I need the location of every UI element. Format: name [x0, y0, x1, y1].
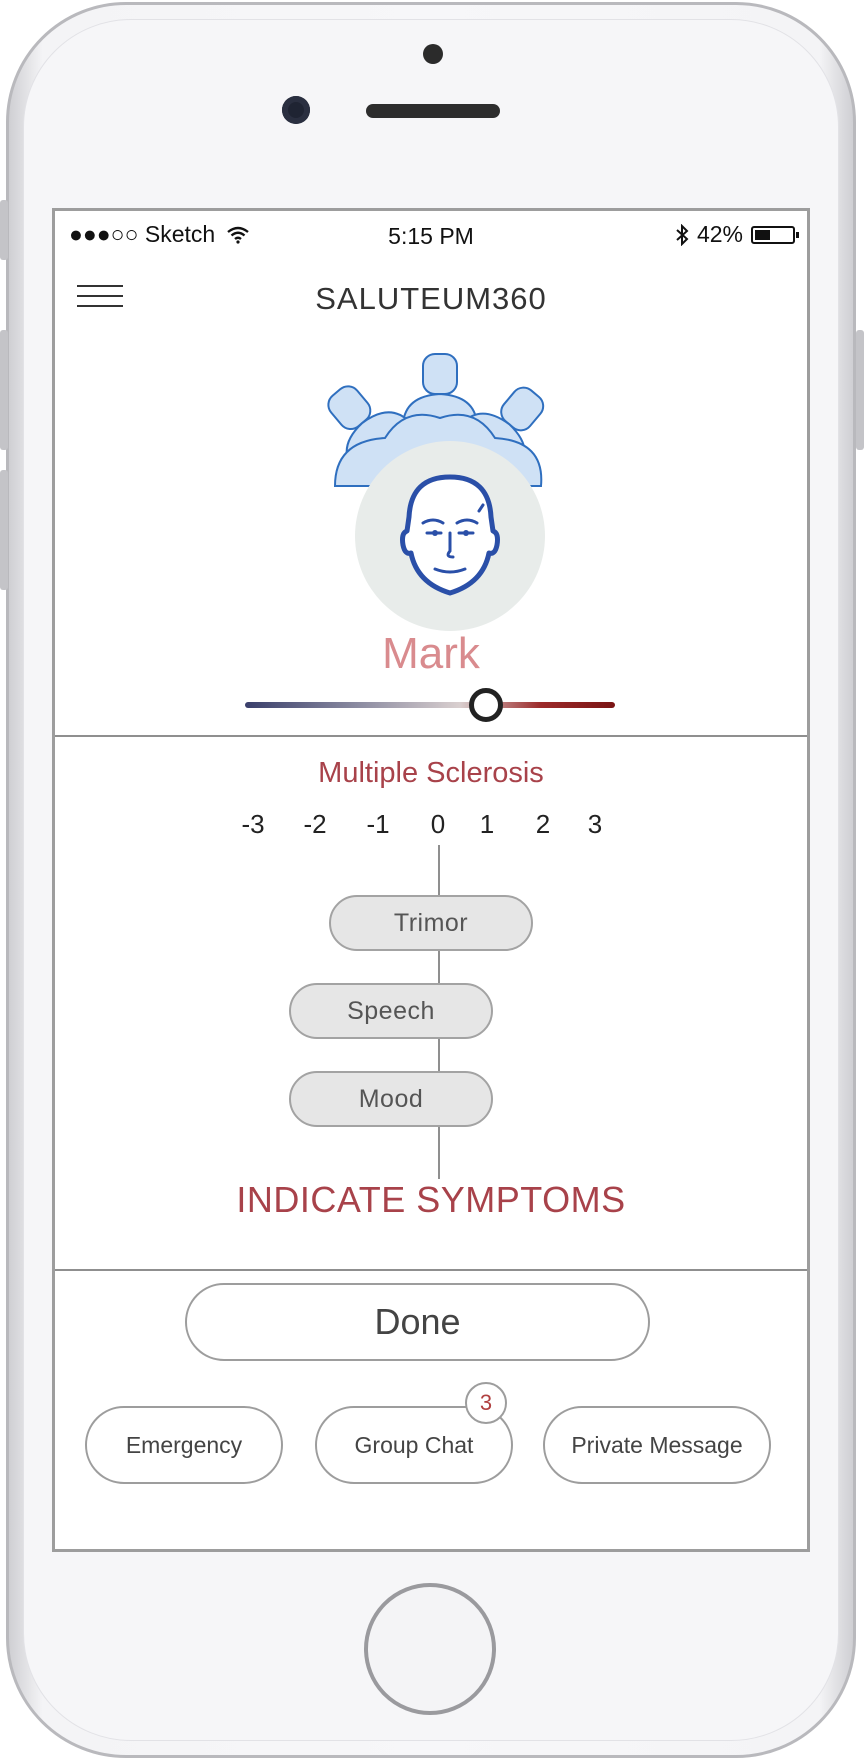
- mute-switch: [0, 200, 8, 260]
- scale-label: 3: [587, 809, 603, 839]
- mood-slider-track[interactable]: [245, 702, 615, 708]
- private-message-button[interactable]: Private Message: [543, 1406, 771, 1484]
- symptom-trimor-pill[interactable]: Trimor: [329, 895, 533, 951]
- front-camera-icon: [282, 96, 310, 124]
- emergency-button[interactable]: Emergency: [85, 1406, 283, 1484]
- bluetooth-icon: [676, 223, 689, 246]
- section-divider-top: [55, 735, 807, 737]
- battery-percent: 42%: [696, 221, 743, 247]
- power-button: [856, 330, 864, 450]
- proximity-sensor: [423, 44, 443, 64]
- scale-label: 2: [535, 809, 551, 839]
- section-divider-bottom: [55, 1269, 807, 1271]
- app-title: SALUTEUM360: [315, 281, 547, 316]
- condition-title: Multiple Sclerosis: [318, 757, 544, 789]
- scale-label: 1: [479, 809, 495, 839]
- home-button[interactable]: [364, 1583, 496, 1715]
- status-right-group: 42%: [675, 221, 799, 248]
- patient-face-icon: [400, 474, 500, 596]
- status-bar: ●●●○○ Sketch 5:15 PM 42%: [55, 211, 807, 257]
- symptom-mood-pill[interactable]: Mood: [289, 1071, 493, 1127]
- patient-avatar-group: [295, 346, 575, 631]
- earpiece-speaker: [366, 104, 500, 118]
- symptom-speech-pill[interactable]: Speech: [289, 983, 493, 1039]
- volume-down-button: [0, 470, 8, 590]
- group-chat-unread-badge: 3: [465, 1382, 507, 1424]
- battery-icon: [751, 225, 799, 244]
- patient-name: Mark: [382, 629, 480, 678]
- indicate-symptoms-heading: INDICATE SYMPTOMS: [236, 1179, 626, 1220]
- scale-label: -3: [241, 809, 265, 839]
- symptom-scale: -3 -2 -1 0 1 2 3: [55, 809, 807, 841]
- battery-fill: [755, 229, 770, 240]
- mood-slider-thumb[interactable]: [468, 688, 503, 722]
- scale-label: -1: [366, 809, 390, 839]
- scale-label: 0: [430, 809, 446, 839]
- done-button[interactable]: Done: [185, 1283, 650, 1361]
- volume-up-button: [0, 330, 8, 450]
- app-screen: ●●●○○ Sketch 5:15 PM 42% SALUTEUM360 Mar…: [52, 208, 810, 1552]
- scale-label: -2: [303, 809, 327, 839]
